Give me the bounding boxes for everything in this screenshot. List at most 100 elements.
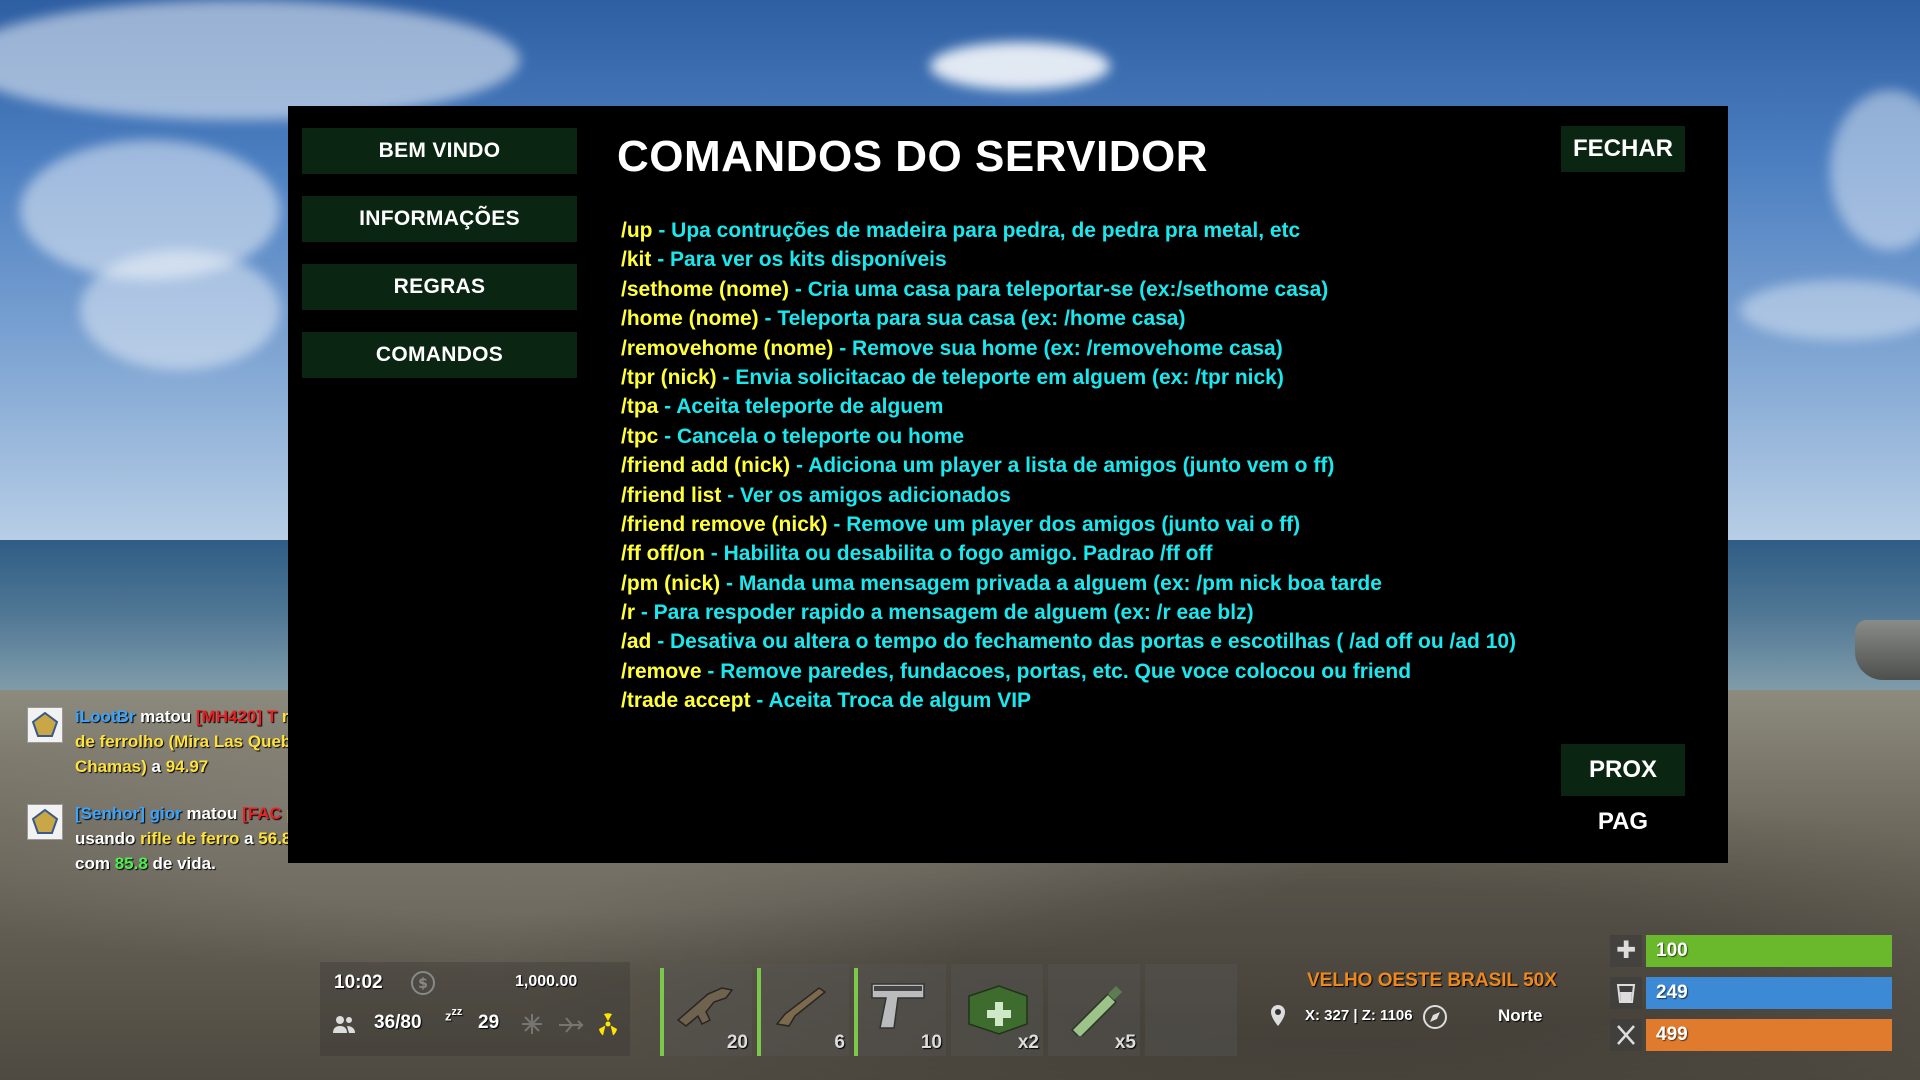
game-clock: 10:02 (334, 972, 383, 993)
command-description: - Cancela o teleporte ou home (664, 424, 965, 448)
compass-direction: Norte (1498, 1006, 1543, 1025)
command-item: /friend add (nick) - Adiciona um player … (621, 451, 1516, 480)
command-name: /ad (621, 630, 658, 654)
command-item: /friend remove (nick) - Remove um player… (621, 510, 1516, 539)
hotbar-slot-4[interactable]: x2 (951, 964, 1043, 1056)
command-item: /tpc - Cancela o teleporte ou home (621, 422, 1516, 451)
command-description: - Para respoder rapido a mensagem de alg… (640, 601, 1254, 625)
server-info-panel: BEM VINDO INFORMAÇÕES REGRAS COMANDOS CO… (288, 106, 1728, 863)
health-cross-icon: ✚ (1610, 935, 1642, 967)
location-pin-icon (1269, 1004, 1287, 1033)
hotbar-slot-2[interactable]: 6 (757, 964, 849, 1056)
command-name: /tpc (621, 424, 665, 448)
compass-icon (1422, 1004, 1448, 1035)
coordinates: X: 327 | Z: 1106 (1305, 1007, 1413, 1024)
command-description: - Habilita ou desabilita o fogo amigo. P… (710, 542, 1213, 566)
command-list: /up - Upa contruções de madeira para ped… (621, 216, 1516, 716)
hotbar-slot-3[interactable]: 10 (854, 964, 946, 1056)
command-item: /kit - Para ver os kits disponíveis (621, 245, 1516, 274)
radiation-icon (596, 1012, 620, 1041)
command-description: - Aceita Troca de algum VIP (750, 689, 1032, 713)
food-row: 499 (1610, 1019, 1892, 1051)
command-name: /sethome (nome) (621, 277, 790, 301)
killfeed-segment: 94.97 (165, 757, 209, 776)
command-item: /r - Para respoder rapido a mensagem de … (621, 598, 1516, 627)
water-row: 249 (1610, 977, 1892, 1009)
command-name: /home (nome) (621, 307, 765, 331)
close-button[interactable]: FECHAR (1561, 126, 1685, 172)
nav-comandos-button[interactable]: COMANDOS (302, 332, 577, 378)
command-description: - Aceita teleporte de alguem (664, 395, 944, 419)
nav-regras-button[interactable]: REGRAS (302, 264, 577, 310)
killfeed-segment: matou (135, 707, 196, 726)
killfeed-segment: matou (181, 804, 243, 823)
command-item: /home (nome) - Teleporta para sua casa (… (621, 304, 1516, 333)
command-name: /ff off/on (621, 542, 711, 566)
nav-bem-vindo-button[interactable]: BEM VINDO (302, 128, 577, 174)
avatar (27, 804, 63, 840)
command-name: /friend list (621, 483, 728, 507)
selection-bar (854, 968, 858, 1056)
command-description: - Upa contruções de madeira para pedra, … (658, 219, 1301, 242)
page-title: COMANDOS DO SERVIDOR (617, 132, 1209, 181)
sleepers-count: 29 (478, 1012, 500, 1033)
hotbar-slot-6[interactable] (1145, 964, 1237, 1056)
command-description: - Ver os amigos adicionados (727, 483, 1011, 507)
selection-bar (757, 968, 761, 1056)
command-item: /ff off/on - Habilita ou desabilita o fo… (621, 539, 1516, 568)
command-item: /tpr (nick) - Envia solicitacao de telep… (621, 363, 1516, 392)
sleepers-icon: zzz (445, 1006, 463, 1024)
svg-text:$: $ (418, 976, 428, 992)
command-description: - Teleporta para sua casa (ex: /home cas… (764, 307, 1186, 331)
command-description: - Remove sua home (ex: /removehome casa) (839, 336, 1283, 360)
command-item: /pm (nick) - Manda uma mensagem privada … (621, 569, 1516, 598)
killfeed-segment: de vida. (147, 854, 216, 873)
players-icon (332, 1014, 356, 1039)
killfeed-segment: [FAC (242, 804, 282, 823)
health-bar: 100 (1646, 935, 1892, 967)
command-description: - Adiciona um player a lista de amigos (… (796, 454, 1335, 478)
assault-rifle-icon (674, 980, 740, 1035)
command-name: /kit (621, 248, 658, 272)
selection-bar (660, 968, 664, 1056)
server-name: VELHO OESTE BRASIL 50X (1307, 970, 1557, 991)
command-description: - Manda uma mensagem privada a alguem (e… (720, 571, 1382, 595)
command-name: /removehome (nome) (621, 336, 840, 360)
hotbar-slot-1[interactable]: 20 (660, 964, 752, 1056)
killfeed-segment: [Senhor] gior (75, 804, 182, 823)
killfeed-segment: rifle de ferro (140, 829, 240, 848)
command-item: /friend list - Ver os amigos adicionados (621, 481, 1516, 510)
command-item: /ad - Desativa ou altera o tempo do fech… (621, 627, 1516, 656)
killfeed-segment: a (239, 829, 259, 848)
command-description: - Remove um player dos amigos (junto vai… (827, 512, 1301, 536)
player-stats-panel: 10:02 $ 1,000.00 36/80 zzz 29 (320, 962, 630, 1056)
command-name: /r (621, 601, 641, 625)
command-item: /removehome (nome) - Remove sua home (ex… (621, 334, 1516, 363)
boat-hull (1855, 620, 1920, 680)
location-panel: VELHO OESTE BRASIL 50X X: 327 | Z: 1106 … (1255, 962, 1590, 1056)
airplane-icon (558, 1016, 584, 1039)
command-name: /trade accept (621, 689, 751, 713)
killfeed-segment: 85.8 (114, 854, 148, 873)
dollar-icon: $ (410, 970, 436, 1001)
nav-informacoes-button[interactable]: INFORMAÇÕES (302, 196, 577, 242)
health-row: ✚ 100 (1610, 935, 1892, 967)
command-name: /pm (nick) (621, 571, 721, 595)
command-description: - Desativa ou altera o tempo do fechamen… (657, 630, 1517, 654)
command-description: - Remove paredes, fundacoes, portas, etc… (707, 659, 1412, 683)
command-name: /up (621, 219, 659, 242)
hotbar-slot-5[interactable]: x5 (1048, 964, 1140, 1056)
command-item: /tpa - Aceita teleporte de alguem (621, 392, 1516, 421)
next-page-button[interactable]: PROX PAG (1561, 744, 1685, 835)
command-name: /tpa (621, 395, 665, 419)
command-item: /sethome (nome) - Cria uma casa para tel… (621, 275, 1516, 304)
snowflake-icon (520, 1012, 544, 1041)
water-bar: 249 (1646, 977, 1892, 1009)
fork-knife-icon (1610, 1019, 1642, 1051)
food-bar: 499 (1646, 1019, 1892, 1051)
command-item: /up - Upa contruções de madeira para ped… (621, 216, 1516, 245)
killfeed-segment: usando (75, 829, 141, 848)
water-cup-icon (1610, 977, 1642, 1009)
killfeed-segment: [MH420] T (195, 707, 278, 726)
command-name: /friend add (nick) (621, 454, 797, 478)
